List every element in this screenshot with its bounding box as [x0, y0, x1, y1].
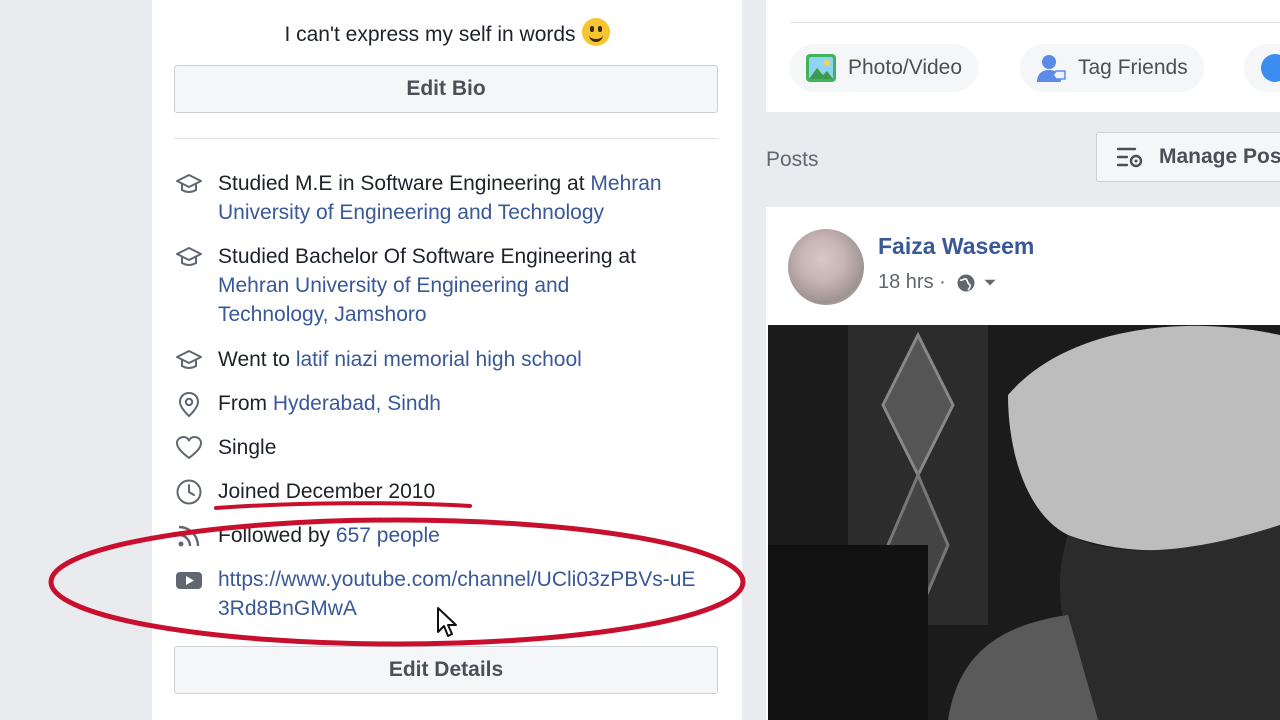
- globe-icon[interactable]: [956, 273, 976, 293]
- intro-item-hometown: From Hyderabad, Sindh: [174, 389, 714, 418]
- mouse-cursor-icon: [437, 607, 457, 637]
- hometown-link[interactable]: Hyderabad, Sindh: [273, 392, 441, 415]
- photo-video-label: Photo/Video: [848, 56, 963, 79]
- photo-icon: [806, 54, 836, 82]
- smiley-emoji-icon: [581, 18, 610, 46]
- intro-text: Studied M.E in Software Engineering at: [218, 172, 591, 195]
- timeline-column: Photo/Video Tag Friends Posts Manage Pos…: [766, 0, 1280, 720]
- manage-posts-button[interactable]: Manage Posts: [1096, 132, 1280, 182]
- feeling-icon: [1261, 54, 1280, 82]
- graduation-cap-icon: [174, 345, 204, 374]
- post-timestamp[interactable]: 18 hrs ·: [878, 271, 946, 294]
- edit-details-button[interactable]: Edit Details: [174, 646, 718, 694]
- followers-link[interactable]: 657 people: [336, 524, 440, 547]
- graduation-cap-icon: [174, 169, 204, 198]
- post-composer: Photo/Video Tag Friends: [766, 0, 1280, 112]
- tag-friends-icon: [1037, 55, 1066, 82]
- school-link[interactable]: latif niazi memorial high school: [296, 348, 582, 371]
- settings-sliders-icon: [1116, 147, 1143, 168]
- tag-friends-label: Tag Friends: [1078, 56, 1188, 79]
- divider: [174, 138, 718, 139]
- tag-friends-button[interactable]: Tag Friends: [1020, 44, 1204, 92]
- posts-heading: Posts: [766, 148, 819, 171]
- intro-item-relationship: Single: [174, 433, 714, 462]
- intro-item-followers: Followed by 657 people: [174, 521, 714, 550]
- more-composer-button[interactable]: [1244, 44, 1280, 92]
- rss-icon: [174, 521, 204, 550]
- photo-video-button[interactable]: Photo/Video: [790, 44, 979, 92]
- intro-text: Went to: [218, 348, 296, 371]
- divider: [790, 22, 1280, 23]
- post-photo[interactable]: [768, 325, 1280, 720]
- intro-text: Studied Bachelor Of Software Engineering…: [218, 245, 636, 268]
- university-link[interactable]: Mehran University of Engineering and Tec…: [218, 274, 569, 326]
- clock-icon: [174, 477, 204, 506]
- intro-item-joined: Joined December 2010: [174, 477, 714, 506]
- intro-item-education-be: Studied Bachelor Of Software Engineering…: [174, 242, 714, 329]
- chevron-down-icon[interactable]: [982, 275, 998, 291]
- intro-text: From: [218, 392, 273, 415]
- intro-item-school: Went to latif niazi memorial high school: [174, 345, 714, 374]
- intro-text: Single: [218, 436, 277, 459]
- post-photo-art: [768, 325, 1280, 720]
- intro-text: Joined December 2010: [218, 480, 436, 503]
- bio-label: I can't express my self in words: [284, 23, 576, 46]
- edit-bio-button[interactable]: Edit Bio: [174, 65, 718, 113]
- post-card: Faiza Waseem 18 hrs ·: [766, 207, 1280, 720]
- manage-posts-label: Manage Posts: [1159, 145, 1280, 168]
- bio-text: I can't express my self in words: [152, 18, 742, 47]
- graduation-cap-icon: [174, 242, 204, 271]
- youtube-icon: [174, 565, 204, 594]
- post-author-link[interactable]: Faiza Waseem: [878, 233, 1034, 260]
- location-pin-icon: [174, 389, 204, 418]
- intro-text: Followed by: [218, 524, 336, 547]
- post-meta: 18 hrs ·: [878, 271, 998, 294]
- heart-icon: [174, 433, 204, 462]
- intro-item-education-me: Studied M.E in Software Engineering at M…: [174, 169, 714, 227]
- avatar[interactable]: [788, 229, 864, 305]
